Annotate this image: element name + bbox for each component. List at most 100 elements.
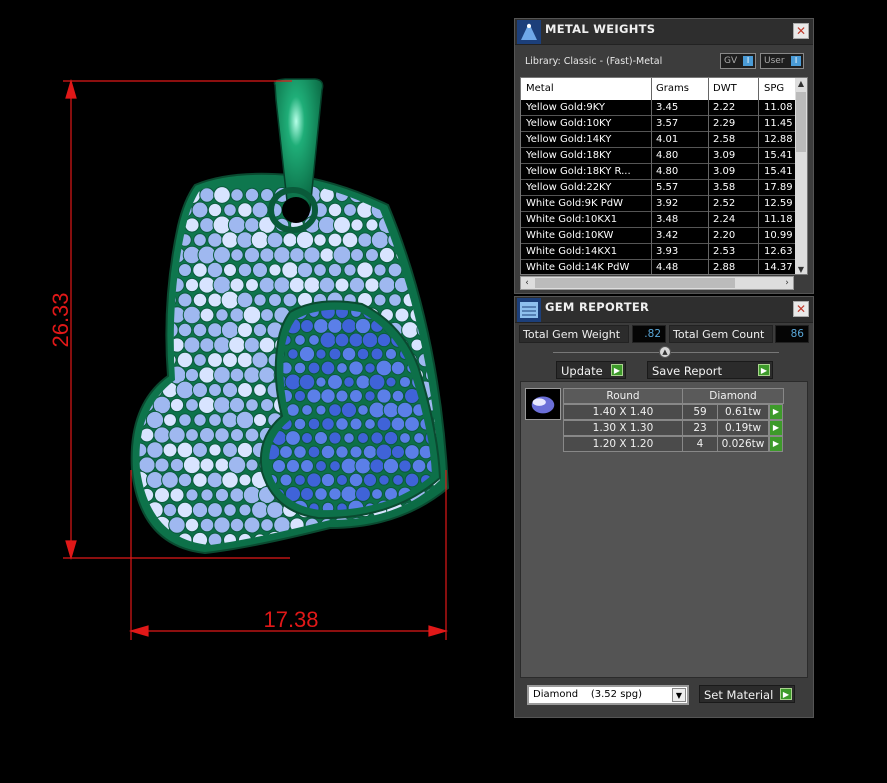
diamond-stone [139,200,150,220]
gem-weight-cell: 0.19tw [717,420,769,436]
diamond-stone [236,441,254,459]
table-row[interactable]: White Gold:10KW 3.42 2.20 10.99 [521,228,795,244]
gem-reporter-titlebar[interactable]: GEM REPORTER ✕ [515,297,813,323]
diamond-stone [258,336,276,354]
diamond-stone [244,427,260,443]
diamond-stone [354,457,372,475]
gem-reporter-panel: GEM REPORTER ✕ Total Gem Weight .82 Tota… [514,296,814,718]
column-dwt[interactable]: DWT [713,83,758,94]
scroll-right-icon[interactable]: › [781,277,793,289]
diamond-stone [146,321,164,339]
diamond-stone [237,202,253,218]
update-button[interactable]: Update ▶ [556,361,626,379]
diamond-stone [394,187,410,203]
scroll-down-icon[interactable]: ▼ [795,264,807,274]
diamond-stone [182,455,202,475]
column-metal[interactable]: Metal [526,83,651,94]
diamond-stone [213,396,231,414]
diamond-stone [348,360,364,376]
set-material-button[interactable]: Set Material ▶ [699,685,795,703]
diamond-stone [296,261,314,279]
diamond-stone [390,416,406,432]
diamond-stone [355,486,371,502]
diamond-stone [162,442,178,458]
table-row[interactable]: Yellow Gold:22KY 5.57 3.58 17.89 [521,180,795,196]
table-row[interactable]: White Gold:14KX1 3.93 2.53 12.63 [521,244,795,260]
table-row[interactable]: White Gold:14K PdW 4.48 2.88 14.37 [521,260,795,274]
select-gem-row-icon[interactable]: ▶ [769,404,783,420]
dwt-cell: 2.22 [713,102,736,113]
user-toggle-label: User [764,56,785,66]
diamond-stone [197,395,217,415]
scroll-thumb[interactable] [796,92,806,152]
table-row[interactable]: Yellow Gold:14KY 4.01 2.58 12.88 [521,132,795,148]
metal-name-cell: White Gold:10KW [526,230,614,241]
diamond-stone [139,381,149,399]
toggle-knob-icon: I [791,56,801,66]
scroll-thumb[interactable] [535,278,735,288]
diamond-stone [145,200,165,220]
diamond-stone [193,353,207,367]
diamond-stone [434,306,447,319]
diamond-stone [251,201,269,219]
diamond-stone [208,443,222,457]
scroll-up-icon[interactable]: ▲ [795,78,807,90]
dwt-cell: 2.52 [713,198,736,209]
diamond-stone [139,275,157,295]
dwt-cell: 2.20 [713,230,736,241]
diamond-stone [382,401,400,419]
table-row[interactable]: Yellow Gold:10KY 3.57 2.29 11.45 [521,116,795,132]
dwt-cell: 2.88 [713,262,736,273]
table-row[interactable]: White Gold:9K PdW 3.92 2.52 12.59 [521,196,795,212]
metal-table[interactable]: Metal Grams DWT SPG Yellow Gold:9KY 3.45 2… [520,77,808,275]
play-icon: ▶ [780,688,792,700]
diamond-stone [213,516,231,534]
play-icon: ▶ [611,364,623,376]
user-toggle[interactable]: User I [760,53,804,69]
table-row[interactable]: Yellow Gold:18KY R... 4.80 3.09 15.41 [521,164,795,180]
diamond-stone [341,318,357,334]
diamond-stone [237,262,253,278]
diamond-stone [376,416,392,432]
diamond-stone [213,366,231,384]
diamond-stone [281,261,299,279]
diamond-stone [303,246,321,264]
scroll-left-icon[interactable]: ‹ [521,277,533,289]
metal-table-horizontal-scrollbar[interactable]: ‹ › [520,276,794,290]
diamond-stone [185,428,199,442]
diamond-stone [349,417,363,431]
gv-toggle[interactable]: GV I [720,53,756,69]
diamond-stone [215,308,229,322]
select-gem-row-icon[interactable]: ▶ [769,420,783,436]
close-metal-weights-button[interactable]: ✕ [793,23,809,39]
metal-weights-titlebar[interactable]: METAL WEIGHTS ✕ [515,19,813,45]
diamond-stone [199,337,215,353]
round-diamond-icon[interactable] [525,388,561,420]
diamond-stone [375,359,393,377]
diamond-stone [333,216,351,234]
diamond-stone [139,321,149,339]
diamond-stone [390,444,406,460]
table-row[interactable]: Yellow Gold:9KY 3.45 2.22 11.08 [521,100,795,116]
column-grams[interactable]: Grams [656,83,706,94]
diamond-stone [440,319,454,333]
cad-viewport[interactable]: 26.33 17.38 [0,0,510,783]
table-row[interactable]: Yellow Gold:18KY 4.80 3.09 15.41 [521,148,795,164]
table-row[interactable]: White Gold:10KX1 3.48 2.24 11.18 [521,212,795,228]
diamond-stone [335,445,349,459]
close-gem-reporter-button[interactable]: ✕ [793,301,809,317]
gv-toggle-label: GV [724,56,738,66]
diamond-stone [319,331,337,349]
save-report-button[interactable]: Save Report ▶ [647,361,773,379]
metal-table-vertical-scrollbar[interactable]: ▲ ▼ [795,78,807,274]
collapse-icon[interactable]: ▲ [659,346,671,358]
material-select[interactable]: Diamond (3.52 spg) ▼ [527,685,689,705]
diamond-stone [175,380,195,400]
select-gem-row-icon[interactable]: ▶ [769,436,783,452]
diamond-stone [282,232,298,248]
chevron-down-icon[interactable]: ▼ [672,688,686,702]
library-label: Library: Classic - (Fast)-Metal [525,56,663,67]
diamond-stone [408,246,426,264]
diamond-stone [182,305,202,325]
diamond-stone [168,186,186,204]
